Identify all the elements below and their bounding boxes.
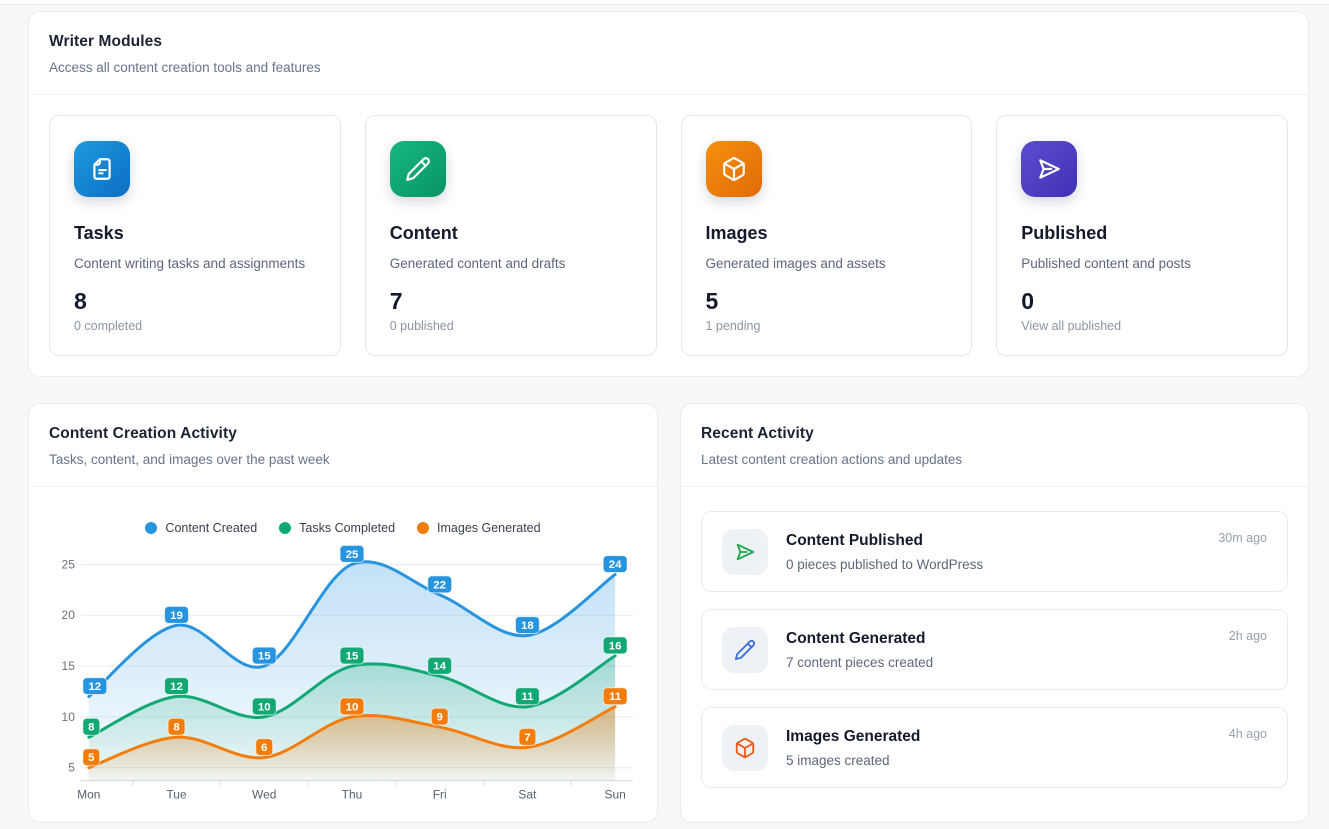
svg-text:Wed: Wed [252, 788, 276, 802]
legend-item[interactable]: Images Generated [417, 521, 541, 535]
module-card-stat: 8 [74, 288, 316, 315]
svg-text:7: 7 [524, 732, 530, 744]
svg-text:10: 10 [258, 701, 271, 713]
file-text-icon [74, 141, 130, 197]
module-card-stat-label: 0 completed [74, 319, 316, 333]
svg-text:Sun: Sun [604, 788, 625, 802]
svg-text:24: 24 [609, 559, 622, 571]
content-creation-activity-panel: Content Creation Activity Tasks, content… [28, 403, 658, 823]
writer-modules-subtitle: Access all content creation tools and fe… [49, 60, 1288, 75]
module-card-title: Images [706, 223, 948, 244]
svg-text:5: 5 [68, 761, 75, 775]
pencil-icon [722, 627, 768, 673]
legend-label: Tasks Completed [299, 521, 395, 535]
activity-item-images-generated: Images Generated 5 images created 4h ago [701, 707, 1288, 788]
activity-item-content-published: Content Published 0 pieces published to … [701, 511, 1288, 592]
module-card-description: Published content and posts [1021, 256, 1263, 271]
send-icon [722, 529, 768, 575]
chart-body: Content Created Tasks Completed Images Gen… [29, 487, 657, 811]
activity-line-chart[interactable]: 252015105MonTueWedThuFriSatSun1219152522… [29, 541, 657, 811]
activity-item-title: Images Generated [786, 728, 1229, 746]
chart-panel-title: Content Creation Activity [49, 425, 637, 443]
svg-text:15: 15 [346, 651, 359, 663]
legend-dot-icon [279, 522, 291, 534]
module-card-description: Content writing tasks and assignments [74, 256, 316, 271]
module-card-stat: 5 [706, 288, 948, 315]
box-icon [706, 141, 762, 197]
svg-text:9: 9 [437, 712, 443, 724]
activity-item-description: 5 images created [786, 753, 1229, 768]
svg-text:16: 16 [609, 640, 622, 652]
recent-activity-subtitle: Latest content creation actions and upda… [701, 452, 1288, 467]
svg-text:6: 6 [261, 742, 267, 754]
svg-text:22: 22 [433, 579, 446, 591]
module-card-stat-label: 0 published [390, 319, 632, 333]
svg-text:10: 10 [62, 710, 76, 724]
svg-text:8: 8 [88, 722, 95, 734]
svg-text:12: 12 [170, 681, 183, 693]
activity-item-title: Content Generated [786, 630, 1229, 648]
module-card-content[interactable]: Content Generated content and drafts 7 0… [365, 115, 657, 356]
recent-activity-panel: Recent Activity Latest content creation … [680, 403, 1309, 823]
svg-text:Sat: Sat [518, 788, 537, 802]
svg-text:Mon: Mon [77, 788, 100, 802]
chart-legend: Content Created Tasks Completed Images Gen… [29, 521, 657, 535]
module-card-description: Generated content and drafts [390, 256, 632, 271]
activity-item-time: 4h ago [1229, 727, 1267, 741]
activity-item-description: 0 pieces published to WordPress [786, 557, 1218, 572]
module-card-description: Generated images and assets [706, 256, 948, 271]
module-card-tasks[interactable]: Tasks Content writing tasks and assignme… [49, 115, 341, 356]
module-cards-row: Tasks Content writing tasks and assignme… [29, 95, 1308, 376]
pencil-icon [390, 141, 446, 197]
legend-label: Content Created [165, 521, 257, 535]
send-icon [1021, 141, 1077, 197]
legend-item[interactable]: Tasks Completed [279, 521, 395, 535]
legend-item[interactable]: Content Created [145, 521, 257, 535]
svg-text:Fri: Fri [433, 788, 447, 802]
module-card-stat: 7 [390, 288, 632, 315]
svg-text:11: 11 [521, 691, 534, 703]
legend-dot-icon [417, 522, 429, 534]
activity-item-content-generated: Content Generated 7 content pieces creat… [701, 609, 1288, 690]
legend-label: Images Generated [437, 521, 541, 535]
svg-text:8: 8 [173, 722, 180, 734]
writer-modules-panel: Writer Modules Access all content creati… [28, 11, 1309, 377]
box-icon [722, 725, 768, 771]
svg-text:Thu: Thu [342, 788, 363, 802]
recent-activity-title: Recent Activity [701, 425, 1288, 443]
svg-text:14: 14 [433, 661, 446, 673]
activity-item-time: 2h ago [1229, 629, 1267, 643]
svg-text:15: 15 [62, 659, 76, 673]
module-card-title: Tasks [74, 223, 316, 244]
svg-text:12: 12 [88, 681, 101, 693]
svg-text:25: 25 [62, 557, 76, 571]
dashboard: Writer Modules Access all content creati… [0, 5, 1329, 823]
chart-panel-header: Content Creation Activity Tasks, content… [29, 404, 657, 487]
writer-modules-header: Writer Modules Access all content creati… [29, 12, 1308, 95]
svg-text:18: 18 [521, 620, 534, 632]
module-card-images[interactable]: Images Generated images and assets 5 1 p… [681, 115, 973, 356]
svg-text:11: 11 [609, 691, 622, 703]
svg-text:20: 20 [62, 608, 76, 622]
activity-item-title: Content Published [786, 532, 1218, 550]
svg-text:Tue: Tue [166, 788, 187, 802]
module-card-title: Published [1021, 223, 1263, 244]
svg-text:25: 25 [346, 549, 359, 561]
writer-modules-title: Writer Modules [49, 33, 1288, 51]
svg-text:19: 19 [170, 610, 183, 622]
recent-activity-list: Content Published 0 pieces published to … [681, 487, 1308, 812]
svg-text:15: 15 [258, 651, 271, 663]
svg-text:10: 10 [346, 701, 359, 713]
module-card-published[interactable]: Published Published content and posts 0 … [996, 115, 1288, 356]
module-card-title: Content [390, 223, 632, 244]
recent-activity-header: Recent Activity Latest content creation … [681, 404, 1308, 487]
activity-item-time: 30m ago [1218, 531, 1267, 545]
module-card-stat-label: 1 pending [706, 319, 948, 333]
chart-panel-subtitle: Tasks, content, and images over the past… [49, 452, 637, 467]
module-card-stat-label: View all published [1021, 319, 1263, 333]
legend-dot-icon [145, 522, 157, 534]
svg-text:5: 5 [88, 752, 95, 764]
activity-item-description: 7 content pieces created [786, 655, 1229, 670]
module-card-stat: 0 [1021, 288, 1263, 315]
